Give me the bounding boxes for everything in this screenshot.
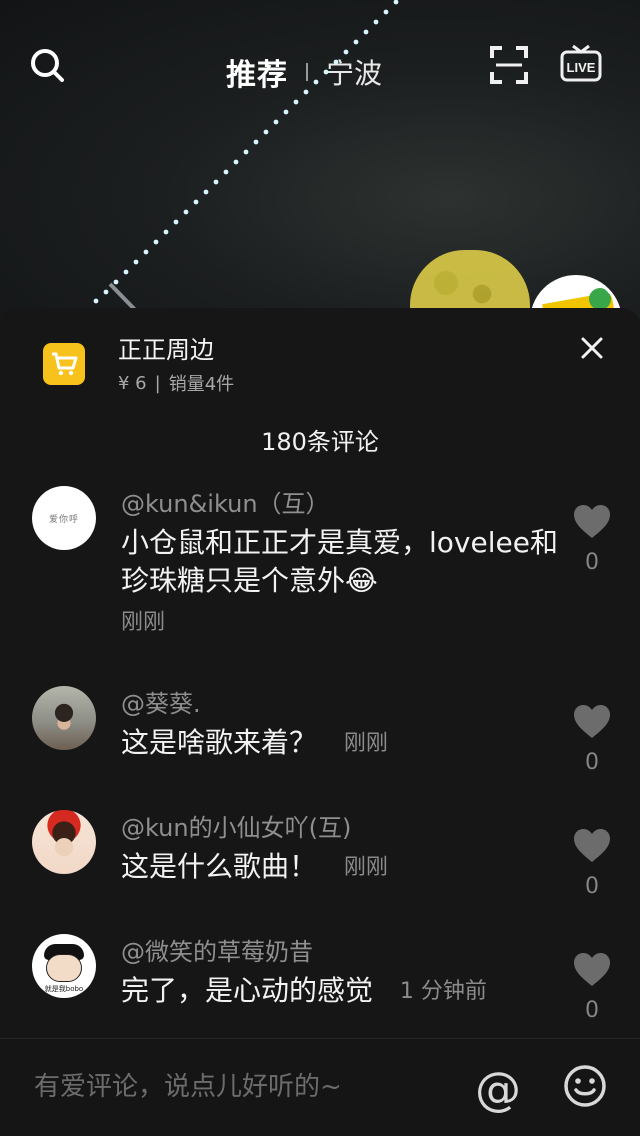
avatar[interactable] [32, 686, 96, 750]
search-button[interactable] [22, 42, 72, 92]
live-icon: LIVE [559, 42, 603, 90]
comment-time: 刚刚 [343, 731, 388, 756]
avatar-caption: 就是我bobo [44, 985, 84, 993]
comment-input[interactable] [32, 1067, 442, 1107]
tab-ningbo[interactable]: 宁波 [326, 52, 382, 92]
comment-username[interactable]: @kun&ikun（互） [121, 484, 330, 519]
like-button[interactable]: 0 [570, 704, 614, 775]
tab-divider [306, 63, 308, 81]
comment-text: 完了，是心动的感觉 1 分钟前 [121, 972, 561, 1011]
heart-icon [572, 505, 612, 544]
product-price: ¥ 6 [118, 372, 147, 394]
close-button[interactable] [574, 332, 610, 368]
heart-icon [572, 953, 612, 992]
avatar[interactable] [32, 810, 96, 874]
comment-text: 小仓鼠和正正才是真爱，lovelee和珍珠糖只是个意外😂 [121, 526, 558, 597]
screen: 推荐 宁波 LIVE 正正周边 ¥ 6 | 销量4件 180条评论 爱你呼 @k… [0, 0, 640, 1136]
like-count: 0 [585, 874, 599, 899]
at-icon: @ [475, 1062, 521, 1116]
comment-time: 刚刚 [121, 610, 166, 635]
emoji-button[interactable] [560, 1063, 610, 1113]
avatar-stamp-text: 爱你呼 [48, 514, 79, 525]
comment-time: 刚刚 [343, 855, 388, 880]
comment-username[interactable]: @微笑的草莓奶昔 [121, 932, 313, 967]
comment-text-content: 这是什么歌曲！ [121, 850, 318, 883]
comment-text-content: 完了，是心动的感觉 [121, 974, 374, 1007]
search-icon [28, 46, 66, 88]
comment-input-bar: @ [0, 1038, 640, 1136]
like-count: 0 [585, 550, 599, 575]
product-meta: ¥ 6 | 销量4件 [118, 370, 234, 396]
avatar-face-graphic [46, 954, 82, 982]
tab-recommend[interactable]: 推荐 [226, 50, 288, 94]
like-count: 0 [585, 998, 599, 1023]
comment-text-content: 这是啥歌来着？ [121, 726, 318, 759]
comments-panel: 正正周边 ¥ 6 | 销量4件 180条评论 爱你呼 @kun&ikun（互） [0, 308, 640, 1136]
avatar-leaf-mark [589, 288, 611, 310]
like-count: 0 [585, 750, 599, 775]
like-button[interactable]: 0 [570, 828, 614, 899]
heart-icon [572, 705, 612, 744]
feed-tabs: 推荐 宁波 [226, 50, 382, 94]
mention-button[interactable]: @ [472, 1063, 524, 1115]
cart-icon [43, 343, 85, 385]
comment-username[interactable]: @葵葵. [121, 684, 201, 719]
comment-count-title: 180条评论 [261, 428, 379, 456]
comment-text: 这是啥歌来着？ 刚刚 [121, 724, 561, 763]
product-card[interactable]: 正正周边 ¥ 6 | 销量4件 [0, 308, 640, 406]
product-name: 正正周边 [118, 336, 214, 364]
top-navigation: 推荐 宁波 LIVE [0, 36, 640, 106]
like-button[interactable]: 0 [570, 504, 614, 575]
smile-icon [562, 1063, 608, 1113]
scan-icon [488, 44, 530, 90]
avatar[interactable]: 爱你呼 [32, 486, 96, 550]
like-button[interactable]: 0 [570, 952, 614, 1023]
close-icon [580, 336, 604, 364]
product-meta-separator: | [154, 372, 161, 394]
live-button[interactable]: LIVE [555, 40, 607, 92]
svg-text:LIVE: LIVE [567, 60, 596, 75]
product-sales: 销量4件 [168, 374, 235, 395]
comment-time: 1 分钟前 [399, 979, 487, 1004]
comment-text: 这是什么歌曲！ 刚刚 [121, 848, 561, 887]
scan-button[interactable] [484, 42, 534, 92]
avatar[interactable]: 就是我bobo [32, 934, 96, 998]
heart-icon [572, 829, 612, 868]
comment-username[interactable]: @kun的小仙女吖(互) [121, 808, 351, 843]
